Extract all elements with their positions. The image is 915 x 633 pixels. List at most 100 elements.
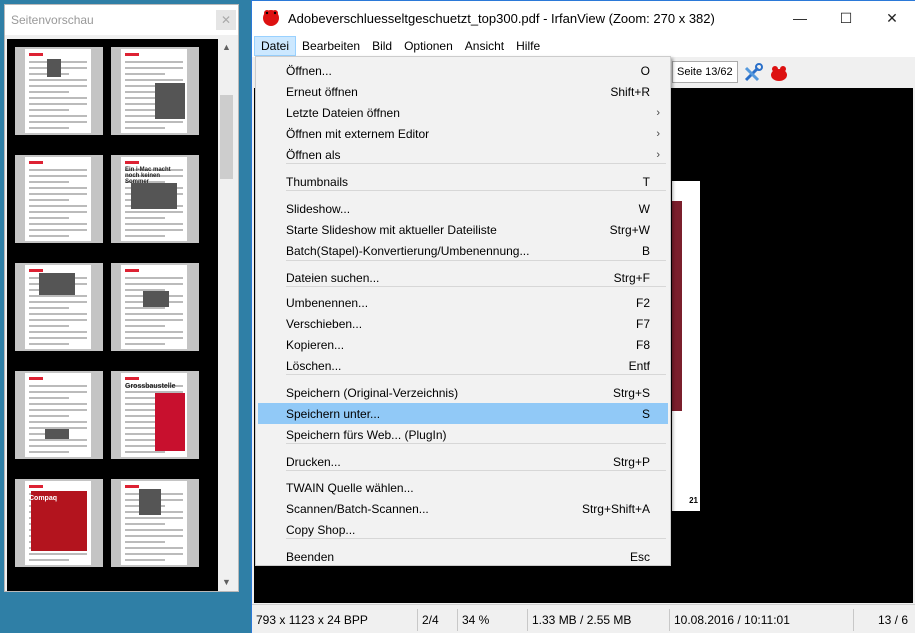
thumbnail-text-line [29,331,87,333]
page-number: 21 [689,496,698,505]
menu-separator [286,470,666,471]
thumbnail-text-line [125,325,165,327]
thumbnail-text-line [125,121,183,123]
file-menu-item[interactable]: Öffnen mit externem Editor › [258,123,668,144]
file-menu-dropdown: Öffnen... O Erneut öffnen Shift+R Letzte Dat… [255,56,671,566]
menu-item-label: Letzte Dateien öffnen [286,105,400,120]
menu-item-label: Öffnen mit externem Editor [286,126,430,141]
thumbnail-paper: Ein i-Mac macht noch keinen Sommer [121,157,187,241]
thumbnail-scrollbar[interactable]: ▲ ▼ [218,39,235,591]
close-button[interactable]: ✕ [869,1,915,35]
file-menu-item[interactable]: Starte Slideshow mit aktueller Dateilist… [258,219,668,240]
file-menu-item[interactable]: Letzte Dateien öffnen › [258,102,668,123]
file-menu-item[interactable]: Dateien suchen... Strg+F [258,267,668,288]
thumbnail-text-line [125,553,183,555]
menu-optionen[interactable]: Optionen [398,37,459,55]
thumbnail-text-line [29,97,87,99]
thumbnail-paper: Compaq [25,481,91,565]
file-menu-item[interactable]: Drucken... Strg+P [258,451,668,472]
file-menu-item[interactable]: Slideshow... W [258,198,668,219]
file-menu-item[interactable]: Speichern (Original-Verzeichnis) Strg+S [258,382,668,403]
menu-item-label: Speichern (Original-Verzeichnis) [286,385,459,400]
thumbnail-page[interactable]: Grossbaustelle [111,371,199,459]
minimize-button[interactable]: — [777,1,823,35]
file-menu-item[interactable]: Speichern unter... S [258,403,668,424]
thumbnail-text-line [125,451,165,453]
thumbnail-text-line [29,235,69,237]
file-menu-item[interactable]: Kopieren... F8 [258,334,668,355]
thumbnail-text-line [125,61,183,63]
thumbnail-page[interactable] [15,47,103,135]
thumbnail-text-line [125,211,183,213]
thumbnail-text-line [29,445,87,447]
scroll-up-icon[interactable]: ▲ [218,39,235,56]
menu-item-shortcut: Entf [628,358,650,373]
thumbnail-text-line [29,553,87,555]
file-menu-item[interactable]: Öffnen... O [258,60,668,81]
thumbnail-page[interactable]: Compaq [15,479,103,567]
scrollbar-thumb[interactable] [220,95,233,179]
thumbnail-page[interactable] [111,479,199,567]
thumbnail-text-line [29,103,87,105]
close-icon[interactable]: ✕ [216,10,236,30]
file-menu-item[interactable]: Verschieben... F7 [258,313,668,334]
page-image-band [672,201,682,411]
thumbnail-page[interactable] [15,155,103,243]
file-menu-item[interactable]: Öffnen als › [258,144,668,165]
thumbnail-image [155,393,185,451]
thumbnail-page[interactable] [15,371,103,459]
menu-item-label: Erneut öffnen [286,84,358,99]
thumbnail-window: Seitenvorschau ✕ ▲ ▼ Ein i-Mac macht noc… [4,4,239,592]
menu-item-label: Verschieben... [286,316,363,331]
chevron-right-icon: › [656,127,660,140]
menu-datei[interactable]: Datei [254,36,297,56]
page-indicator[interactable]: Seite 13/62 [672,61,738,83]
thumbnail-pane: ▲ ▼ Ein i-Mac macht noch keinen Sommer Gr… [7,39,235,591]
thumbnail-text-line [29,295,87,297]
thumbnail-paper [25,49,91,133]
thumbnail-page[interactable] [111,47,199,135]
file-menu-item[interactable]: TWAIN Quelle wählen... [258,477,668,498]
tools-icon[interactable] [742,62,764,84]
thumbnail-text-line [29,115,87,117]
thumbnail-image [39,273,75,295]
thumbnail-text-line [125,535,183,537]
thumbnail-text-line [125,307,165,309]
thumbnail-text-line [29,397,69,399]
menu-item-shortcut: S [641,406,650,421]
file-menu-item[interactable]: Batch(Stapel)-Konvertierung/Umbenennung.… [258,240,668,261]
menu-bild[interactable]: Bild [366,37,398,55]
thumbnail-text-line [29,175,87,177]
menu-ansicht[interactable]: Ansicht [459,37,510,55]
file-menu-item[interactable]: Speichern fürs Web... (PlugIn) [258,424,668,445]
file-menu-item[interactable]: Umbenennen... F2 [258,292,668,313]
thumbnail-page[interactable] [15,263,103,351]
thumbnail-page[interactable] [111,263,199,351]
menu-hilfe[interactable]: Hilfe [510,37,546,55]
status-dimensions: 793 x 1123 x 24 BPP [252,608,418,631]
file-menu-item[interactable]: Beenden Esc [258,546,668,567]
thumbnail-text-line [125,223,183,225]
window-title: Adobeverschluesseltgeschuetzt_top300.pdf… [288,10,715,26]
thumbnail-page[interactable]: Ein i-Mac macht noch keinen Sommer [111,155,199,243]
status-zoom: 34 % [458,608,528,631]
thumbnail-text-line [125,547,183,549]
menu-separator [286,286,666,287]
scroll-down-icon[interactable]: ▼ [218,574,235,591]
menu-item-shortcut: Strg+P [612,454,650,469]
thumbnail-text-line [29,205,87,207]
menu-item-label: Öffnen... [286,63,332,78]
thumbnail-header-mark [29,485,43,488]
file-menu-item[interactable]: Erneut öffnen Shift+R [258,81,668,102]
thumbnail-text-line [125,79,183,81]
menu-bearbeiten[interactable]: Bearbeiten [296,37,366,55]
file-menu-item[interactable]: Scannen/Batch-Scannen... Strg+Shift+A [258,498,668,519]
file-menu-item[interactable]: Thumbnails T [258,171,668,192]
thumbnail-image [139,489,161,515]
maximize-button[interactable]: ☐ [823,1,869,35]
file-menu-item[interactable]: Löschen... Entf [258,355,668,376]
file-menu-item[interactable]: Copy Shop... [258,519,668,540]
menu-item-shortcut: Strg+W [609,222,650,237]
irfanview-frog-icon[interactable] [768,62,790,84]
menu-item-label: Starte Slideshow mit aktueller Dateilist… [286,222,497,237]
